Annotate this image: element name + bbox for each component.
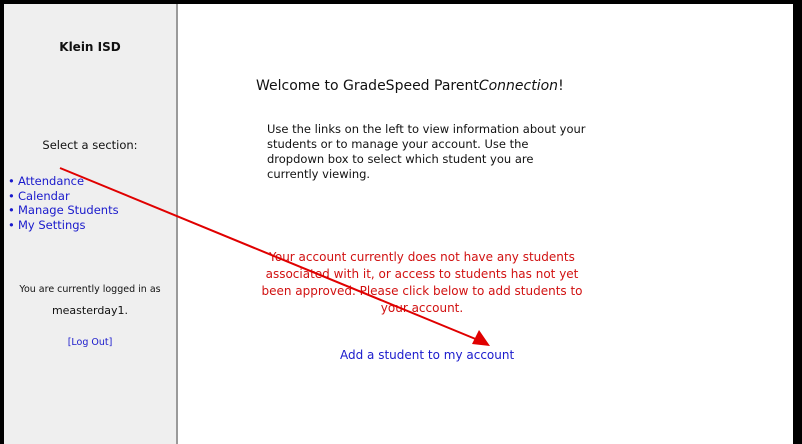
intro-text: Use the links on the left to view inform… (267, 122, 586, 181)
nav-item-label[interactable]: Attendance (18, 174, 84, 188)
district-name: Klein ISD (59, 40, 121, 54)
bullet-icon: • (8, 203, 15, 217)
welcome-heading: Welcome to GradeSpeed ParentConnection! (256, 78, 564, 94)
nav-item-my-settings[interactable]: • My Settings (8, 218, 119, 233)
add-student-link[interactable]: Add a student to my account (340, 348, 514, 362)
nav-item-label[interactable]: My Settings (18, 218, 86, 232)
sidebar: Klein ISD Select a section: • Attendance … (4, 4, 178, 444)
section-nav: • Attendance • Calendar • Manage Students •… (8, 174, 119, 232)
welcome-prefix: Welcome to GradeSpeed Parent (256, 78, 479, 94)
bullet-icon: • (8, 217, 15, 232)
nav-item-label[interactable]: Manage Students (18, 203, 119, 217)
nav-item-label[interactable]: Calendar (18, 189, 70, 203)
nav-item-calendar[interactable]: • Calendar (8, 189, 119, 204)
nav-item-manage-students[interactable]: • Manage Students (8, 203, 119, 218)
main-content (178, 4, 790, 444)
logout-link[interactable]: [Log Out] (4, 337, 176, 348)
welcome-emphasis: Connection (478, 78, 559, 94)
logged-in-text: You are currently logged in as (19, 284, 161, 295)
welcome-suffix: ! (558, 78, 564, 94)
right-border (793, 0, 802, 444)
bullet-icon: • (8, 174, 15, 188)
bullet-icon: • (8, 188, 15, 203)
select-section-label: Select a section: (42, 138, 138, 152)
username: measterday1. (51, 304, 129, 317)
nav-item-attendance[interactable]: • Attendance (8, 174, 119, 189)
no-students-alert: Your account currently does not have any… (261, 250, 583, 315)
